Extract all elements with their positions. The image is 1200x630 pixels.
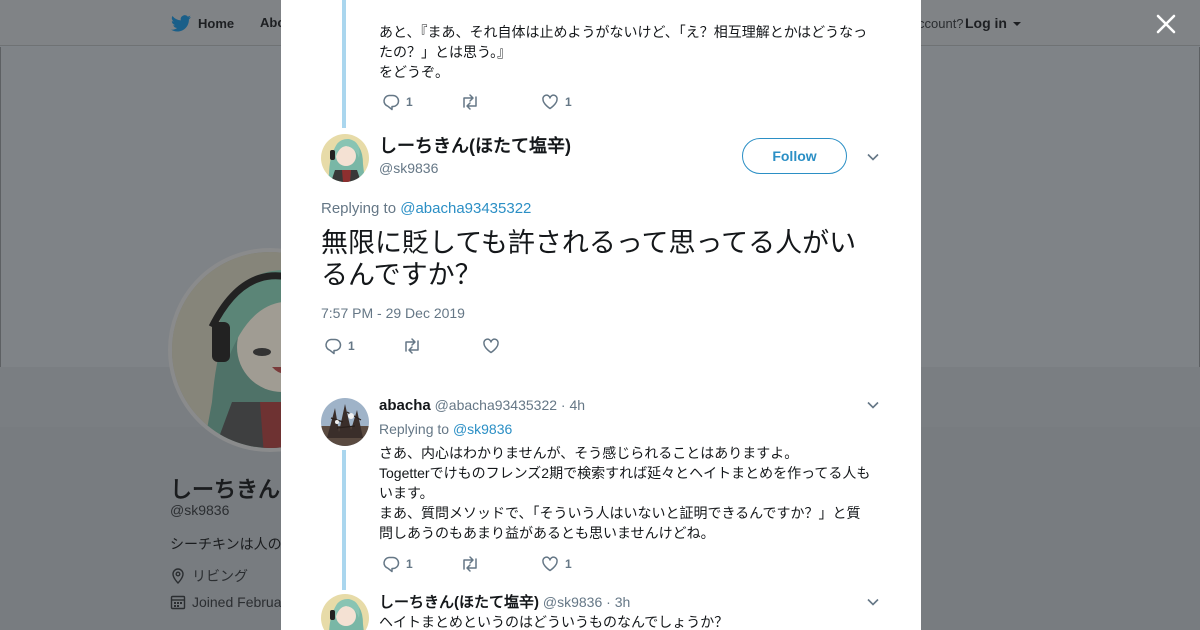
- retweet-button[interactable]: [460, 93, 541, 111]
- retweet-icon: [405, 338, 419, 354]
- reply-count: 1: [406, 95, 413, 109]
- reply-button[interactable]: 1: [324, 337, 402, 355]
- chevron-down-icon[interactable]: [866, 398, 880, 412]
- previous-tweet-actions: 1 1: [382, 93, 572, 111]
- location-icon: [172, 568, 184, 584]
- separator-dot: ·: [606, 594, 611, 610]
- follow-button[interactable]: Follow: [742, 138, 847, 174]
- profile-joined: Joined Februa: [170, 594, 282, 610]
- reply1-text-line-1: さあ、内心はわかりませんが、そう感じられることはありますよ。: [379, 445, 799, 461]
- main-tweet-actions: 1: [324, 337, 500, 355]
- reply1-text-line-4: まあ、質問メソッドで、「そういう人はいないと証明できるんですか？」と質: [379, 505, 861, 521]
- reply2-header: しーちきん(ほたて塩辛) @sk9836 · 3h: [379, 592, 630, 613]
- replying-to-link[interactable]: @sk9836: [453, 421, 512, 437]
- like-count: 1: [565, 557, 572, 571]
- main-tweet-text-line-2: るんですか？: [321, 260, 482, 290]
- replying-prefix: Replying to: [379, 421, 450, 437]
- twitter-bird-icon: [171, 15, 191, 32]
- retweet-button[interactable]: [460, 555, 541, 573]
- like-button[interactable]: [482, 337, 500, 355]
- previous-tweet-line-3: をどうぞ。: [379, 64, 449, 80]
- calendar-icon: [170, 595, 186, 610]
- nav-home[interactable]: Home: [171, 15, 234, 32]
- like-icon: [483, 338, 499, 354]
- reply1-avatar[interactable]: [321, 398, 369, 446]
- thread-line-top: [342, 0, 346, 128]
- reply2-handle[interactable]: @sk9836: [543, 594, 602, 610]
- have-account-text: ccount?: [918, 16, 964, 31]
- reply2-avatar[interactable]: [321, 594, 369, 630]
- like-button[interactable]: 1: [541, 555, 572, 573]
- reply2-name[interactable]: しーちきん(ほたて塩辛): [379, 594, 539, 611]
- caret-down-icon: [1012, 22, 1021, 26]
- profile-joined-label: Joined Februa: [192, 594, 282, 610]
- reply1-handle[interactable]: @abacha93435322: [435, 397, 557, 413]
- main-tweet-avatar[interactable]: [321, 134, 369, 182]
- main-tweet-replying-to: Replying to @abacha93435322: [321, 199, 531, 219]
- thread-line-reply: [342, 450, 346, 590]
- chevron-down-icon[interactable]: [866, 150, 880, 164]
- replying-prefix: Replying to: [321, 200, 397, 217]
- like-count: 1: [565, 95, 572, 109]
- login-dropdown[interactable]: Log in: [965, 15, 1021, 31]
- replying-to-link[interactable]: @abacha93435322: [400, 200, 531, 217]
- profile-bio: シーチキンは人の: [170, 536, 282, 552]
- reply-count: 1: [406, 557, 413, 571]
- retweet-icon: [463, 556, 477, 572]
- reply-icon: [325, 338, 342, 355]
- profile-location-label: リビング: [192, 568, 248, 584]
- main-tweet-handle[interactable]: @sk9836: [379, 158, 438, 178]
- like-icon: [542, 556, 558, 572]
- profile-handle: @sk9836: [170, 502, 230, 518]
- retweet-icon: [463, 94, 477, 110]
- tweet-modal: あと、『まあ、それ自体は止めようがないけど、「え？相互理解とかはどうなっ たの？…: [281, 0, 921, 630]
- reply1-text-line-2: Togetterでけものフレンズ2期で検索すれば延々とヘイトまとめを作ってる人も: [379, 465, 871, 481]
- separator-dot: ·: [560, 397, 566, 413]
- main-tweet-name[interactable]: しーちきん(ほたて塩辛): [379, 134, 571, 158]
- chevron-down-icon[interactable]: [866, 595, 880, 609]
- nav-home-label: Home: [198, 16, 235, 31]
- reply-icon: [383, 94, 400, 111]
- like-button[interactable]: 1: [541, 93, 572, 111]
- reply1-time[interactable]: 4h: [569, 397, 585, 413]
- close-icon[interactable]: [1152, 10, 1180, 38]
- reply2-text-line-1: ヘイトまとめというのはどういうものなんでしょうか？: [379, 614, 729, 630]
- profile-name: しーちきん(: [170, 477, 288, 502]
- previous-tweet-line-1: あと、『まあ、それ自体は止めようがないけど、「え？相互理解とかはどうなっ: [379, 24, 868, 40]
- reply1-actions: 1 1: [382, 555, 572, 573]
- reply-icon: [383, 556, 400, 573]
- profile-location: リビング: [170, 566, 248, 586]
- reply1-text-line-5: 問しあうのもあまり益があるとも思いませんけどね。: [379, 525, 715, 541]
- like-icon: [542, 94, 558, 110]
- reply1-header: abacha @abacha93435322 · 4h: [379, 395, 585, 416]
- login-label: Log in: [965, 15, 1007, 31]
- main-tweet-timestamp[interactable]: 7:57 PM - 29 Dec 2019: [321, 303, 465, 323]
- reply1-text-line-3: います。: [379, 485, 434, 501]
- reply-count: 1: [348, 339, 355, 353]
- main-tweet-text-line-1: 無限に貶しても許されるって思ってる人がい: [321, 228, 857, 258]
- reply1-name[interactable]: abacha: [379, 397, 431, 414]
- previous-tweet-line-2: たの？」とは思う。』: [379, 44, 512, 60]
- reply-button[interactable]: 1: [382, 93, 460, 111]
- reply1-replying-to: Replying to @sk9836: [379, 419, 512, 439]
- reply2-time[interactable]: 3h: [615, 594, 631, 610]
- reply-button[interactable]: 1: [382, 555, 460, 573]
- retweet-button[interactable]: [402, 337, 482, 355]
